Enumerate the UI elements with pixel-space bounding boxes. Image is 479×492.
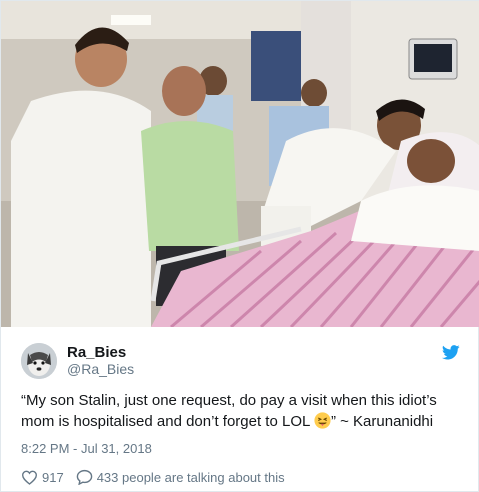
tweet-author[interactable]: Ra_Bies @Ra_Bies: [21, 341, 134, 381]
hospital-photo: [1, 1, 479, 327]
tweet-actions: 917 433 people are talking about this: [21, 469, 297, 485]
user-handle[interactable]: @Ra_Bies: [67, 361, 134, 378]
display-name[interactable]: Ra_Bies: [67, 344, 134, 361]
tweet-card: Ra_Bies @Ra_Bies “My son Stalin, just on…: [0, 0, 479, 492]
like-count: 917: [42, 469, 64, 485]
conversation-action[interactable]: 433 people are talking about this: [76, 469, 285, 485]
heart-icon[interactable]: [21, 470, 38, 485]
avatar[interactable]: [21, 343, 57, 379]
tweet-text-part-2: ” ~ Karunanidhi: [330, 413, 434, 430]
tweet-photo[interactable]: [1, 1, 479, 327]
winking-tongue-emoji-icon: [314, 412, 331, 429]
speech-bubble-icon[interactable]: [76, 469, 93, 485]
tweet-text: “My son Stalin, just one request, do pay…: [21, 390, 469, 432]
twitter-bird-icon[interactable]: [442, 345, 460, 360]
tweet-timestamp[interactable]: 8:22 PM - Jul 31, 2018: [21, 441, 152, 456]
dog-avatar-icon: [21, 343, 57, 379]
like-action[interactable]: 917: [21, 470, 64, 485]
conversation-text: 433 people are talking about this: [96, 469, 285, 485]
